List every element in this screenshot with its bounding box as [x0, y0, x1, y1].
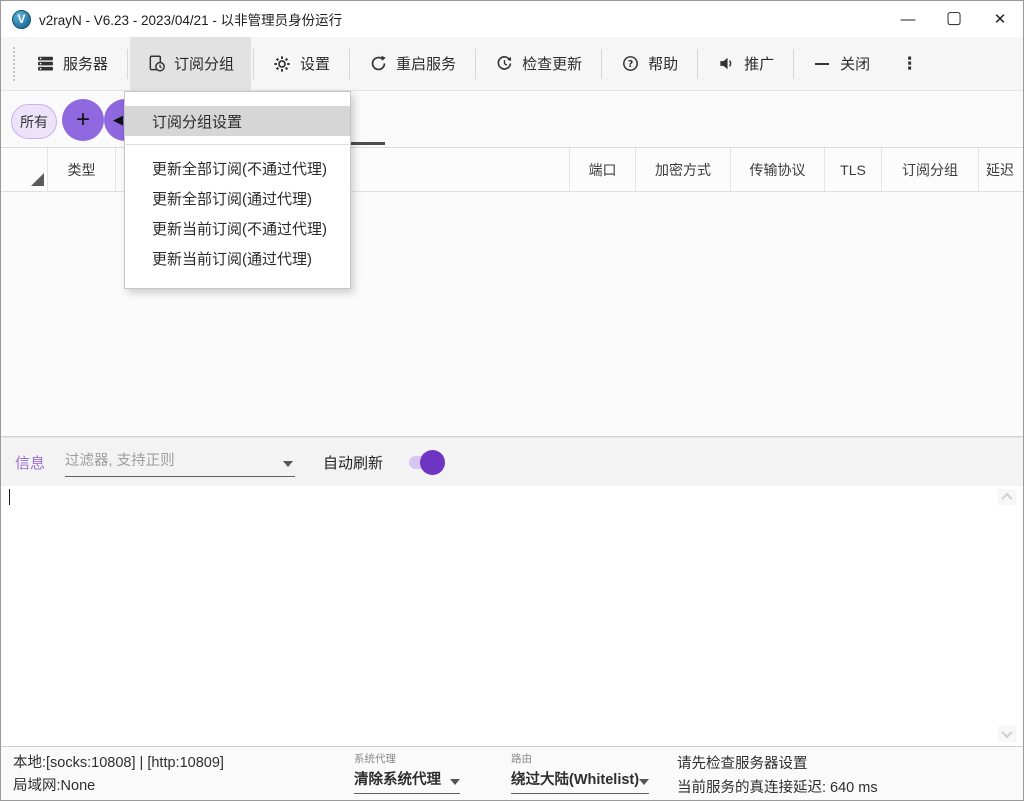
app-logo-icon: V	[12, 10, 31, 29]
system-proxy-combo: 系统代理 清除系统代理	[354, 751, 460, 794]
toolbar-divider	[601, 49, 602, 79]
toolbar-promotion-label: 推广	[744, 53, 774, 74]
close-button[interactable]: ✕	[977, 1, 1023, 37]
menu-item-update-all-no-proxy[interactable]: 更新全部订阅(不通过代理)	[125, 153, 350, 183]
window-controls: — ▢ ✕	[885, 1, 1023, 37]
toolbar-divider	[793, 49, 794, 79]
toolbar-settings-label: 设置	[300, 53, 330, 74]
toolbar-divider	[127, 49, 128, 79]
toolbar-grip	[13, 47, 15, 81]
toolbar-promotion[interactable]: 推广	[700, 37, 791, 90]
toolbar-restart-service-label: 重启服务	[396, 53, 456, 74]
gear-icon	[273, 55, 291, 73]
toolbar-divider	[475, 49, 476, 79]
column-header-tls[interactable]: TLS	[825, 148, 882, 191]
toolbar-servers[interactable]: 服务器	[19, 37, 125, 90]
tab-all-groups[interactable]: 所有	[11, 104, 57, 139]
text-caret	[9, 489, 10, 505]
check-update-icon	[495, 55, 513, 73]
toolbar-divider	[349, 49, 350, 79]
menu-item-update-current-via-proxy[interactable]: 更新当前订阅(通过代理)	[125, 243, 350, 273]
system-proxy-label: 系统代理	[354, 751, 460, 766]
toolbar-settings[interactable]: 设置	[256, 37, 347, 90]
routing-value: 绕过大陆(Whitelist)	[511, 772, 639, 788]
select-all-triangle-icon	[31, 173, 44, 186]
system-proxy-dropdown-arrow-icon	[450, 779, 460, 785]
title-bar: V v2rayN - V6.23 - 2023/04/21 - 以非管理员身份运…	[1, 1, 1023, 37]
toolbar-overflow-button[interactable]: ⋮	[887, 37, 932, 90]
window-title: v2rayN - V6.23 - 2023/04/21 - 以非管理员身份运行	[39, 9, 342, 29]
v2rayn-window: V v2rayN - V6.23 - 2023/04/21 - 以非管理员身份运…	[0, 0, 1024, 801]
auto-refresh-label: 自动刷新	[323, 452, 383, 473]
toolbar-subscription-group-label: 订阅分组	[174, 53, 234, 74]
column-header-transport[interactable]: 传输协议	[731, 148, 825, 191]
toolbar-help[interactable]: ? 帮助	[604, 37, 695, 90]
service-hint-text: 请先检查服务器设置	[677, 752, 878, 776]
toolbar-check-update-label: 检查更新	[522, 53, 582, 74]
column-header-subscription-group[interactable]: 订阅分组	[882, 148, 979, 191]
add-group-button[interactable]: +	[62, 99, 104, 141]
routing-combo: 路由 绕过大陆(Whitelist)	[511, 751, 649, 794]
toolbar-divider	[253, 49, 254, 79]
speaker-icon	[717, 55, 735, 73]
routing-label: 路由	[511, 751, 649, 766]
listen-info: 本地:[socks:10808] | [http:10809] 局域网:None	[13, 752, 224, 798]
maximize-button[interactable]: ▢	[931, 1, 977, 37]
menu-item-group-settings[interactable]: 订阅分组设置	[125, 106, 350, 136]
restart-icon	[369, 55, 387, 73]
column-header-type[interactable]: 类型	[48, 148, 116, 191]
menu-separator	[126, 144, 349, 145]
svg-text:?: ?	[627, 59, 633, 70]
main-toolbar: 服务器 订阅分组 设置 重启服务 检查更	[1, 37, 1023, 91]
column-header-latency[interactable]: 延迟	[979, 148, 1023, 191]
toolbar-servers-label: 服务器	[63, 53, 108, 74]
toolbar-help-label: 帮助	[648, 53, 678, 74]
toolbar-check-update[interactable]: 检查更新	[478, 37, 599, 90]
auto-refresh-toggle-knob	[420, 450, 445, 475]
message-filter-input[interactable]	[65, 447, 270, 475]
toolbar-close-app[interactable]: 关闭	[796, 37, 887, 90]
message-log-area[interactable]	[1, 486, 1023, 746]
column-header-port[interactable]: 端口	[570, 148, 636, 191]
toolbar-restart-service[interactable]: 重启服务	[352, 37, 473, 90]
select-all-corner[interactable]	[1, 148, 48, 191]
routing-dropdown-arrow-icon	[639, 779, 649, 785]
system-proxy-value: 清除系统代理	[354, 772, 441, 788]
menu-item-update-all-via-proxy[interactable]: 更新全部订阅(通过代理)	[125, 183, 350, 213]
message-filter-combo	[65, 447, 295, 477]
help-icon: ?	[621, 55, 639, 73]
menu-item-update-current-no-proxy[interactable]: 更新当前订阅(不通过代理)	[125, 213, 350, 243]
filter-dropdown-arrow-icon[interactable]	[283, 461, 293, 467]
scroll-down-button[interactable]	[998, 726, 1016, 742]
subscription-group-menu: 订阅分组设置 更新全部订阅(不通过代理) 更新全部订阅(通过代理) 更新当前订阅…	[124, 91, 351, 289]
status-bar: 本地:[socks:10808] | [http:10809] 局域网:None…	[1, 746, 1023, 801]
info-filter-row: 信息 自动刷新	[1, 437, 1023, 486]
local-listen-text: 本地:[socks:10808] | [http:10809]	[13, 752, 224, 775]
toolbar-subscription-group[interactable]: 订阅分组	[130, 37, 251, 90]
chevron-down-icon	[1001, 727, 1012, 738]
servers-icon	[36, 55, 54, 73]
toolbar-close-app-label: 关闭	[840, 53, 870, 74]
system-proxy-select[interactable]: 清除系统代理	[354, 766, 460, 794]
minimize-button[interactable]: —	[885, 1, 931, 37]
chevron-up-icon	[1001, 493, 1012, 504]
info-label: 信息	[15, 452, 45, 473]
connection-status: 请先检查服务器设置 当前服务的真连接延迟: 640 ms	[677, 752, 878, 800]
latency-text: 当前服务的真连接延迟: 640 ms	[677, 776, 878, 800]
minus-icon	[813, 55, 831, 73]
lan-listen-text: 局域网:None	[13, 775, 224, 798]
column-header-encryption[interactable]: 加密方式	[636, 148, 731, 191]
scroll-up-button[interactable]	[998, 489, 1016, 505]
subscription-icon	[147, 55, 165, 73]
auto-refresh-toggle[interactable]	[409, 456, 441, 469]
tab-underline	[351, 142, 385, 145]
toolbar-divider	[697, 49, 698, 79]
routing-select[interactable]: 绕过大陆(Whitelist)	[511, 766, 649, 794]
